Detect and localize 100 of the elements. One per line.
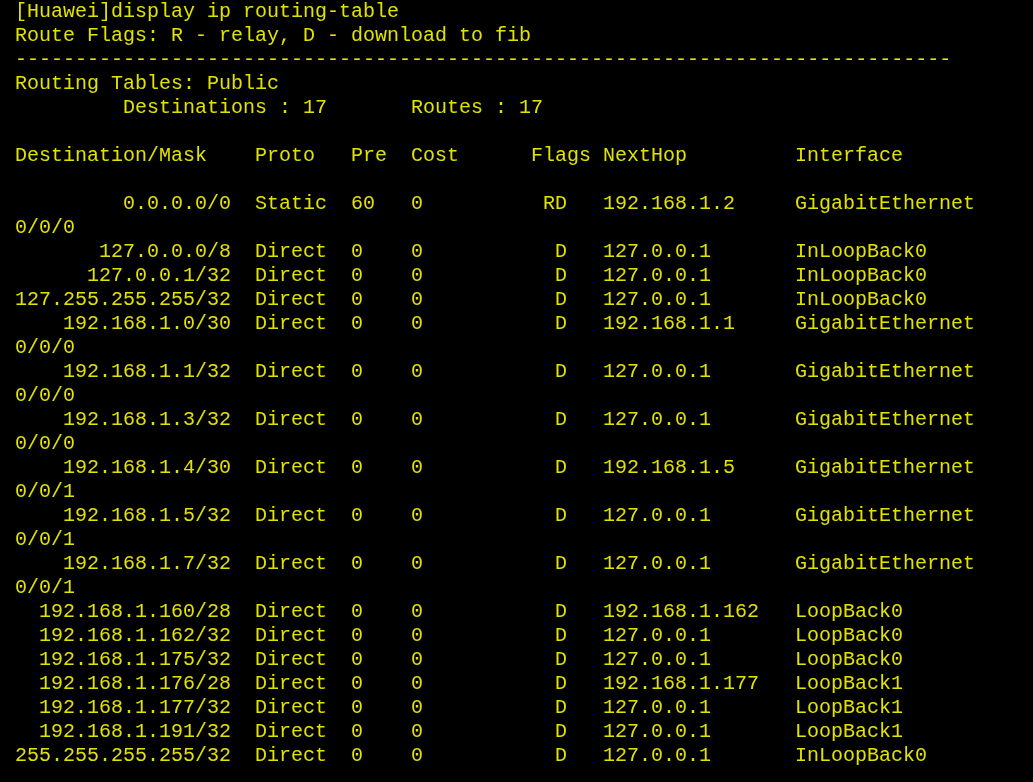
table-cell: 127.0.0.1 [603, 720, 712, 743]
table-cell: 0 [351, 264, 364, 287]
table-cell: Direct [255, 672, 328, 695]
table-cell: 127.0.0.1 [603, 240, 712, 263]
flags-legend: Route Flags: R - relay, D - download to fib [15, 24, 532, 48]
table-cell: InLoopBack0 [795, 744, 928, 768]
table-cell: InLoopBack0 [795, 264, 928, 288]
table-cell: 192.168.1.162/32 [39, 624, 232, 648]
table-cell: 0 [411, 264, 424, 287]
table-cell: 255.255.255.255/32 [15, 744, 232, 768]
table-cell: Direct [255, 648, 328, 671]
table-cell: 0 [411, 288, 424, 311]
table-cell: D [555, 360, 568, 384]
destinations-count: Destinations : 17 [123, 96, 329, 120]
table-cell: D [555, 600, 568, 624]
table-cell: 0 [411, 456, 424, 479]
table-cell: Direct [255, 264, 328, 287]
table-cell: Direct [255, 624, 328, 647]
table-cell: InLoopBack0 [795, 240, 928, 264]
column-header: Destination/Mask [15, 144, 208, 167]
table-cell: 0 [351, 696, 364, 719]
table-cell: 192.168.1.191/32 [39, 720, 232, 744]
table-cell: 192.168.1.5 [603, 456, 736, 479]
table-cell: 0 [411, 552, 424, 575]
table-cell: 192.168.1.0/30 [63, 312, 232, 336]
table-cell: 192.168.1.4/30 [63, 456, 232, 480]
table-cell: 0 [411, 408, 424, 431]
column-header: Flags [531, 144, 592, 167]
table-cell: 127.0.0.1/32 [87, 264, 232, 288]
table-cell: 127.0.0.1 [603, 552, 712, 575]
table-cell: 127.0.0.1 [603, 288, 712, 311]
table-cell: D [555, 552, 568, 576]
table-cell: 127.0.0.1 [603, 408, 712, 431]
table-cell: D [555, 312, 568, 336]
table-cell: 0 [351, 744, 364, 767]
table-cell: 0 [411, 312, 424, 335]
table-cell: 0/0/1 [15, 576, 75, 600]
table-cell: 0 [411, 624, 424, 647]
table-cell: 0/0/1 [15, 528, 75, 552]
command-line: [Huawei]display ip routing-table [15, 0, 400, 24]
column-header: NextHop [603, 144, 688, 167]
table-cell: 0 [411, 240, 424, 263]
table-cell: GigabitEthernet [795, 360, 976, 384]
table-cell: D [555, 264, 568, 288]
table-cell: 192.168.1.160/28 [39, 600, 232, 624]
table-cell: D [555, 648, 568, 672]
table-cell: D [555, 240, 568, 264]
table-cell: 0 [351, 456, 364, 479]
table-cell: 0 [351, 288, 364, 311]
table-cell: Direct [255, 696, 328, 719]
table-cell: 192.168.1.162 [603, 600, 760, 623]
table-cell: 0 [411, 360, 424, 383]
table-cell: 0/0/0 [15, 216, 75, 240]
table-cell: Direct [255, 288, 328, 311]
table-cell: 192.168.1.176/28 [39, 672, 232, 696]
table-cell: Direct [255, 720, 328, 743]
table-cell: 0 [411, 720, 424, 743]
table-cell: 0 [411, 672, 424, 695]
table-cell: 0 [351, 624, 364, 647]
table-cell: 0/0/0 [15, 432, 75, 456]
table-cell: Direct [255, 360, 328, 383]
table-cell: Static [255, 192, 328, 215]
table-cell: 127.0.0.1 [603, 360, 712, 383]
table-cell: 0 [411, 504, 424, 527]
table-cell: 127.0.0.0/8 [99, 240, 232, 264]
table-cell: LoopBack0 [795, 624, 904, 648]
table-cell: 192.168.1.2 [603, 192, 736, 215]
table-cell: D [555, 408, 568, 432]
table-cell: GigabitEthernet [795, 192, 976, 216]
table-cell: D [555, 672, 568, 696]
table-cell: 192.168.1.175/32 [39, 648, 232, 672]
table-cell: 0/0/1 [15, 480, 75, 504]
table-cell: 192.168.1.5/32 [63, 504, 232, 528]
table-cell: 0 [411, 600, 424, 623]
table-cell: 192.168.1.3/32 [63, 408, 232, 432]
table-cell: 0 [411, 192, 424, 215]
table-cell: 0 [351, 312, 364, 335]
table-cell: 0/0/0 [15, 336, 75, 360]
routes-count: Routes : 17 [411, 96, 544, 120]
table-cell: Direct [255, 744, 328, 767]
table-cell: D [555, 288, 568, 312]
table-cell: 0 [411, 648, 424, 671]
table-cell: 0 [351, 648, 364, 671]
table-cell: Direct [255, 240, 328, 263]
table-cell: D [555, 696, 568, 720]
table-cell: 0 [411, 696, 424, 719]
table-cell: LoopBack0 [795, 600, 904, 624]
table-cell: RD [543, 192, 568, 216]
table-cell: 127.0.0.1 [603, 648, 712, 671]
table-cell: 60 [351, 192, 376, 215]
column-header: Interface [795, 144, 904, 167]
table-cell: D [555, 504, 568, 528]
table-cell: Direct [255, 312, 328, 335]
table-cell: 0 [351, 504, 364, 527]
column-header: Cost [411, 144, 460, 167]
table-cell: 0 [351, 720, 364, 743]
table-cell: 192.168.1.1 [603, 312, 736, 335]
table-cell: 0/0/0 [15, 384, 75, 408]
table-cell: 127.255.255.255/32 [15, 288, 232, 312]
table-cell: D [555, 720, 568, 744]
